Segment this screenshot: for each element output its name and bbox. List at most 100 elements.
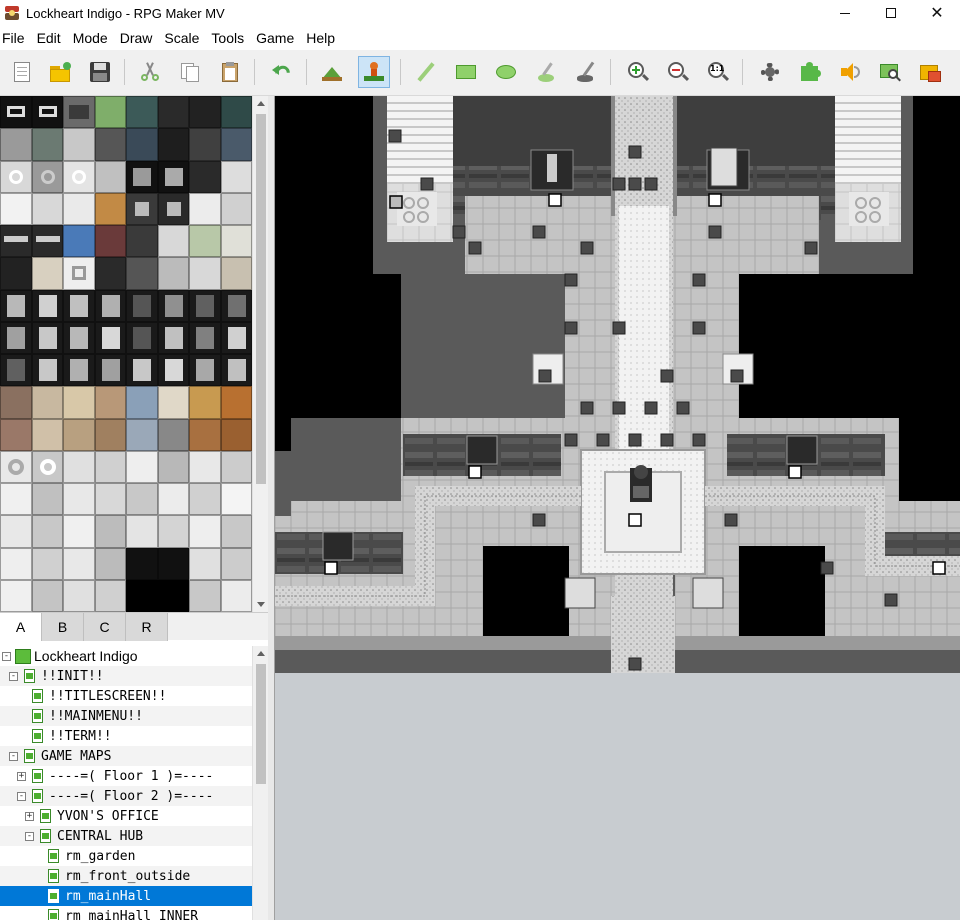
new-document-icon <box>10 60 34 84</box>
map-canvas-area[interactable] <box>274 96 960 920</box>
tree-item-game-maps[interactable]: - GAME MAPS <box>0 746 252 766</box>
paste-button[interactable] <box>214 56 246 88</box>
scroll-up-icon[interactable] <box>257 101 265 106</box>
rectangle-icon <box>454 60 478 84</box>
new-project-button[interactable] <box>6 56 38 88</box>
sound-test-button[interactable] <box>834 56 866 88</box>
close-button[interactable]: ✕ <box>914 0 960 26</box>
collapse-toggle-icon[interactable]: - <box>9 671 18 681</box>
paint-bucket-icon <box>534 60 558 84</box>
database-button[interactable] <box>754 56 786 88</box>
tree-project-root[interactable]: - Lockheart Indigo <box>0 646 252 666</box>
zoom-out-button[interactable] <box>662 56 694 88</box>
tree-item-mainmenu[interactable]: !!MAINMENU!! <box>0 706 252 726</box>
plugin-manager-button[interactable] <box>794 56 826 88</box>
tree-item-rm-mainhall[interactable]: rm_mainHall <box>0 886 252 906</box>
cut-button[interactable] <box>134 56 166 88</box>
close-icon: ✕ <box>930 5 944 22</box>
toolbar: 1:1 <box>0 50 960 96</box>
map-icon <box>48 889 59 903</box>
shadow-pen-button[interactable] <box>570 56 602 88</box>
flood-fill-button[interactable] <box>530 56 562 88</box>
collapse-toggle-icon[interactable]: - <box>17 791 26 801</box>
tree-item-titlescreen[interactable]: !!TITLESCREEN!! <box>0 686 252 706</box>
map-icon <box>32 729 43 743</box>
tree-item-label: ----=( Floor 2 )=---- <box>49 788 214 804</box>
scissors-icon <box>138 60 162 84</box>
collapse-toggle-icon[interactable]: - <box>9 751 18 761</box>
map-icon <box>48 869 59 883</box>
actual-size-button[interactable]: 1:1 <box>702 56 734 88</box>
scroll-down-icon[interactable] <box>257 602 265 607</box>
app-icon <box>4 5 20 21</box>
window-title: Lockheart Indigo - RPG Maker MV <box>26 5 225 21</box>
tab-a[interactable]: A <box>0 613 42 641</box>
pencil-button[interactable] <box>410 56 442 88</box>
tab-c[interactable]: C <box>84 613 126 641</box>
tree-item-term[interactable]: !!TERM!! <box>0 726 252 746</box>
copy-button[interactable] <box>174 56 206 88</box>
open-project-button[interactable] <box>44 56 76 88</box>
map-icon <box>24 749 35 763</box>
stairs-right <box>835 96 901 184</box>
event-searcher-button[interactable] <box>874 56 906 88</box>
tree-item-init[interactable]: - !!INIT!! <box>0 666 252 686</box>
menu-help[interactable]: Help <box>303 30 342 46</box>
ellipse-icon <box>494 60 518 84</box>
tree-scrollbar[interactable] <box>252 646 268 920</box>
tileset-scrollbar[interactable] <box>252 96 268 612</box>
tree-item-rm-garden[interactable]: rm_garden <box>0 846 252 866</box>
minimize-button[interactable] <box>822 0 868 26</box>
tileset-palette[interactable] <box>0 96 252 612</box>
menu-draw[interactable]: Draw <box>117 30 160 46</box>
event-mode-icon <box>362 60 386 84</box>
folder-icon <box>48 60 72 84</box>
tileset-scroll-thumb[interactable] <box>256 114 266 484</box>
map-icon <box>40 809 51 823</box>
expand-toggle-icon[interactable]: + <box>17 771 26 781</box>
collapse-toggle-icon[interactable]: - <box>2 651 11 661</box>
undo-icon <box>270 60 294 84</box>
puzzle-icon <box>798 60 822 84</box>
resource-manager-button[interactable] <box>914 56 946 88</box>
tree-item-label: CENTRAL HUB <box>57 828 144 844</box>
scroll-up-icon[interactable] <box>257 651 265 656</box>
tree-item-central-hub[interactable]: - CENTRAL HUB <box>0 826 252 846</box>
event-mode-button[interactable] <box>358 56 390 88</box>
tab-r[interactable]: R <box>126 613 168 641</box>
map-mode-button[interactable] <box>316 56 348 88</box>
tree-item-rm-front-outside[interactable]: rm_front_outside <box>0 866 252 886</box>
save-project-button[interactable] <box>84 56 116 88</box>
maximize-button[interactable] <box>868 0 914 26</box>
tree-item-label: GAME MAPS <box>41 748 112 764</box>
zoom-in-icon <box>626 60 650 84</box>
tree-item-floor-2[interactable]: - ----=( Floor 2 )=---- <box>0 786 252 806</box>
collapse-toggle-icon[interactable]: - <box>25 831 34 841</box>
expand-toggle-icon[interactable]: + <box>25 811 34 821</box>
tree-item-floor-1[interactable]: + ----=( Floor 1 )=---- <box>0 766 252 786</box>
tileset-tabs: A B C R <box>0 612 268 641</box>
tree-item-label: rm_front_outside <box>65 868 191 884</box>
map-canvas[interactable] <box>275 96 960 673</box>
tree-scroll-thumb[interactable] <box>256 664 266 784</box>
tree-item-rm-mainhall-inner[interactable]: rm_mainHall_INNER <box>0 906 252 920</box>
menu-file[interactable]: File <box>0 30 32 46</box>
pencil-icon <box>414 60 438 84</box>
save-icon <box>88 60 112 84</box>
ellipse-button[interactable] <box>490 56 522 88</box>
menu-game[interactable]: Game <box>253 30 301 46</box>
zoom-in-button[interactable] <box>622 56 654 88</box>
tree-item-label: ----=( Floor 1 )=---- <box>49 768 214 784</box>
undo-button[interactable] <box>266 56 298 88</box>
rectangle-button[interactable] <box>450 56 482 88</box>
menu-edit[interactable]: Edit <box>34 30 68 46</box>
menu-scale[interactable]: Scale <box>161 30 206 46</box>
tree-item-label: !!TITLESCREEN!! <box>49 688 167 704</box>
resource-manager-icon <box>918 60 942 84</box>
tab-b[interactable]: B <box>42 613 84 641</box>
tree-item-yvons-office[interactable]: + YVON'S OFFICE <box>0 806 252 826</box>
tree-item-label: rm_mainHall_INNER <box>65 908 199 920</box>
menu-mode[interactable]: Mode <box>70 30 115 46</box>
menu-tools[interactable]: Tools <box>208 30 251 46</box>
player-character[interactable] <box>630 465 652 502</box>
